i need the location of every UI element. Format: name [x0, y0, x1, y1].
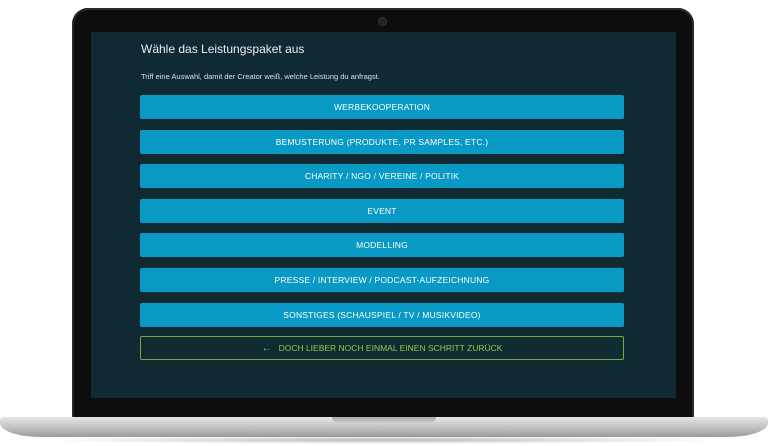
webcam-icon — [379, 18, 386, 25]
option-event-button[interactable]: EVENT — [140, 198, 624, 223]
laptop-hinge-notch — [332, 417, 436, 423]
option-sonstiges-button[interactable]: SONSTIGES (SCHAUSPIEL / TV / MUSIKVIDEO) — [140, 302, 624, 327]
option-werbekooperation-button[interactable]: WERBEKOOPERATION — [140, 95, 624, 119]
back-button[interactable]: ← DOCH LIEBER NOCH EINMAL EINEN SCHRITT … — [140, 336, 624, 360]
back-button-label: DOCH LIEBER NOCH EINMAL EINEN SCHRITT ZU… — [278, 343, 503, 353]
option-bemusterung-button[interactable]: BEMUSTERUNG (PRODUKTE, PR SAMPLES, ETC.) — [140, 129, 624, 154]
page-title: Wähle das Leistungspaket aus — [141, 42, 305, 56]
option-modelling-button[interactable]: MODELLING — [140, 233, 624, 258]
service-package-options: WERBEKOOPERATION BEMUSTERUNG (PRODUKTE, … — [140, 95, 624, 337]
screen: Wähle das Leistungspaket aus Triff eine … — [91, 32, 676, 398]
option-presse-button[interactable]: PRESSE / INTERVIEW / PODCAST-AUFZEICHNUN… — [140, 267, 624, 292]
arrow-left-icon: ← — [261, 342, 272, 354]
laptop-shadow — [40, 436, 728, 444]
page-subtitle: Triff eine Auswahl, damit der Creator we… — [141, 72, 380, 81]
option-charity-button[interactable]: CHARITY / NGO / VEREINE / POLITIK — [140, 164, 624, 189]
